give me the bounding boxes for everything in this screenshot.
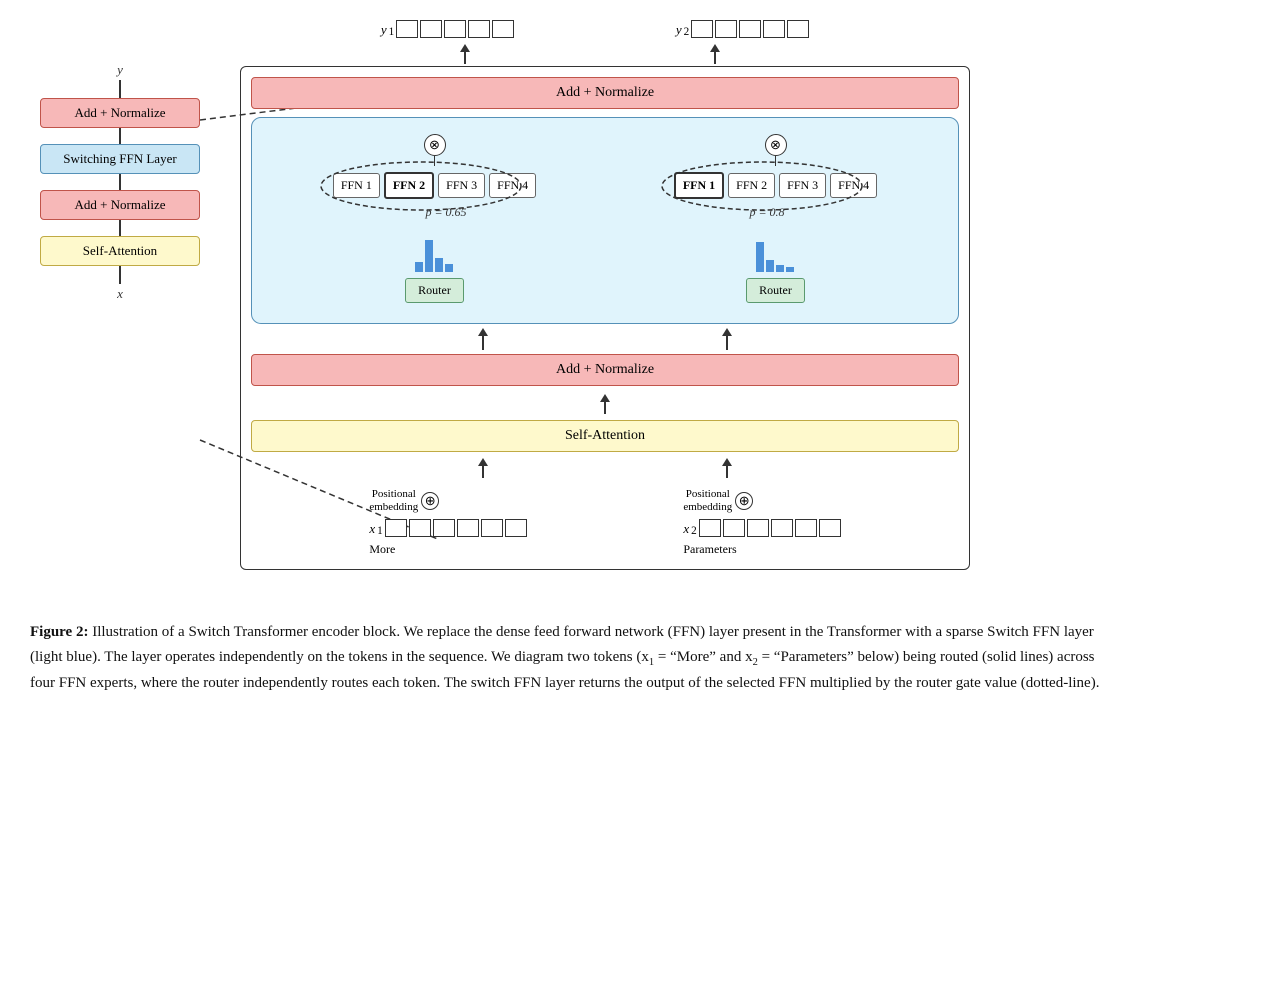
y2-token-boxes bbox=[691, 20, 809, 38]
x2-sub: 2 bbox=[691, 525, 697, 537]
token-box bbox=[468, 20, 490, 38]
router-box-1: Router bbox=[405, 278, 464, 303]
token-box bbox=[505, 519, 527, 537]
token-box bbox=[691, 20, 713, 38]
figure-caption: Figure 2: Illustration of a Switch Trans… bbox=[20, 620, 1120, 696]
token-box bbox=[433, 519, 455, 537]
token-box bbox=[699, 519, 721, 537]
router-box-2: Router bbox=[746, 278, 805, 303]
token-box bbox=[715, 20, 737, 38]
token-box bbox=[457, 519, 479, 537]
x1-sub: 1 bbox=[377, 525, 383, 537]
router-group-2: Router bbox=[746, 236, 805, 303]
token-box bbox=[444, 20, 466, 38]
bar2 bbox=[425, 240, 433, 272]
p1-label: p = 0.65 bbox=[425, 205, 466, 220]
token-box bbox=[420, 20, 442, 38]
plus-circle-2: ⊕ bbox=[735, 492, 753, 510]
token-box bbox=[819, 519, 841, 537]
outer-box: Add + Normalize ⊗ ⊗ bbox=[240, 66, 970, 570]
p2-label: p = 0.8 bbox=[749, 205, 784, 220]
token-box bbox=[723, 519, 745, 537]
router-group-1: Router bbox=[405, 236, 464, 303]
token-box bbox=[787, 20, 809, 38]
y2-sub: 2 bbox=[684, 26, 690, 38]
x1-group: Positionalembedding ⊕ x1 bbox=[369, 488, 526, 557]
mini-chart-1 bbox=[415, 236, 453, 272]
right-diagram: y1 y2 bbox=[240, 20, 1000, 570]
ffn1-bold-box2: FFN 1 bbox=[674, 172, 724, 199]
left-switching-ffn: Switching FFN Layer bbox=[40, 144, 200, 174]
parameters-label: Parameters bbox=[683, 542, 736, 557]
plus-circle-1: ⊕ bbox=[421, 492, 439, 510]
otimes-1: ⊗ bbox=[424, 134, 446, 156]
left-add-normalize-top: Add + Normalize bbox=[40, 98, 200, 128]
caption-text: Illustration of a Switch Transformer enc… bbox=[30, 624, 1099, 691]
positional-embedding-1: Positionalembedding bbox=[369, 488, 418, 514]
ffn4-box: FFN 4 bbox=[489, 173, 536, 198]
token-box bbox=[747, 519, 769, 537]
ffn3-box2: FFN 3 bbox=[779, 173, 826, 198]
ffn3-box: FFN 3 bbox=[438, 173, 485, 198]
y2-token-group: y2 bbox=[676, 20, 809, 38]
token-box bbox=[771, 519, 793, 537]
token-box bbox=[481, 519, 503, 537]
left-add-normalize-bottom: Add + Normalize bbox=[40, 190, 200, 220]
token-box bbox=[396, 20, 418, 38]
x2-label: x bbox=[683, 521, 689, 537]
ffn4-box2: FFN 4 bbox=[830, 173, 877, 198]
left-diagram: y Add + Normalize Switching FFN Layer Ad… bbox=[20, 60, 220, 520]
bar4 bbox=[445, 264, 453, 272]
diagram-area: y Add + Normalize Switching FFN Layer Ad… bbox=[20, 20, 1254, 570]
y1-token-group: y1 bbox=[381, 20, 514, 38]
bar8 bbox=[786, 267, 794, 272]
x1-token-boxes bbox=[385, 519, 527, 537]
token-box bbox=[492, 20, 514, 38]
x1-label: x bbox=[369, 521, 375, 537]
ffn-group-2: FFN 1 FFN 2 FFN 3 FFN 4 bbox=[674, 172, 877, 199]
more-label: More bbox=[369, 542, 395, 557]
otimes-2: ⊗ bbox=[765, 134, 787, 156]
token-box bbox=[795, 519, 817, 537]
bar3 bbox=[435, 258, 443, 272]
y1-token-boxes bbox=[396, 20, 514, 38]
token-box bbox=[409, 519, 431, 537]
bar1 bbox=[415, 262, 423, 272]
left-y-label: y bbox=[117, 62, 123, 78]
left-x-label: x bbox=[117, 286, 123, 302]
switch-ffn-box: ⊗ ⊗ bbox=[251, 117, 959, 324]
main-container: y Add + Normalize Switching FFN Layer Ad… bbox=[20, 20, 1254, 696]
y1-sub: 1 bbox=[389, 26, 395, 38]
bar7 bbox=[776, 265, 784, 272]
positional-embedding-2: Positionalembedding bbox=[683, 488, 732, 514]
ffn-group-1: FFN 1 FFN 2 FFN 3 FFN 4 bbox=[333, 172, 536, 199]
figure-number: Figure 2: bbox=[30, 624, 88, 640]
right-self-attention: Self-Attention bbox=[251, 420, 959, 452]
router-container: Router Router bbox=[264, 236, 946, 303]
right-add-normalize-bottom: Add + Normalize bbox=[251, 354, 959, 386]
token-box bbox=[385, 519, 407, 537]
token-box bbox=[739, 20, 761, 38]
ffn2-box2: FFN 2 bbox=[728, 173, 775, 198]
right-add-normalize-top: Add + Normalize bbox=[251, 77, 959, 109]
ffn1-box: FFN 1 bbox=[333, 173, 380, 198]
x2-token-boxes bbox=[699, 519, 841, 537]
bar5 bbox=[756, 242, 764, 272]
mini-chart-2 bbox=[756, 236, 794, 272]
left-self-attention: Self-Attention bbox=[40, 236, 200, 266]
token-box bbox=[763, 20, 785, 38]
bar6 bbox=[766, 260, 774, 272]
ffn2-bold-box: FFN 2 bbox=[384, 172, 434, 199]
bottom-tokens-row: Positionalembedding ⊕ x1 bbox=[251, 488, 959, 557]
y2-label: y bbox=[676, 22, 682, 38]
x2-group: Positionalembedding ⊕ x2 bbox=[683, 488, 840, 557]
y1-label: y bbox=[381, 22, 387, 38]
